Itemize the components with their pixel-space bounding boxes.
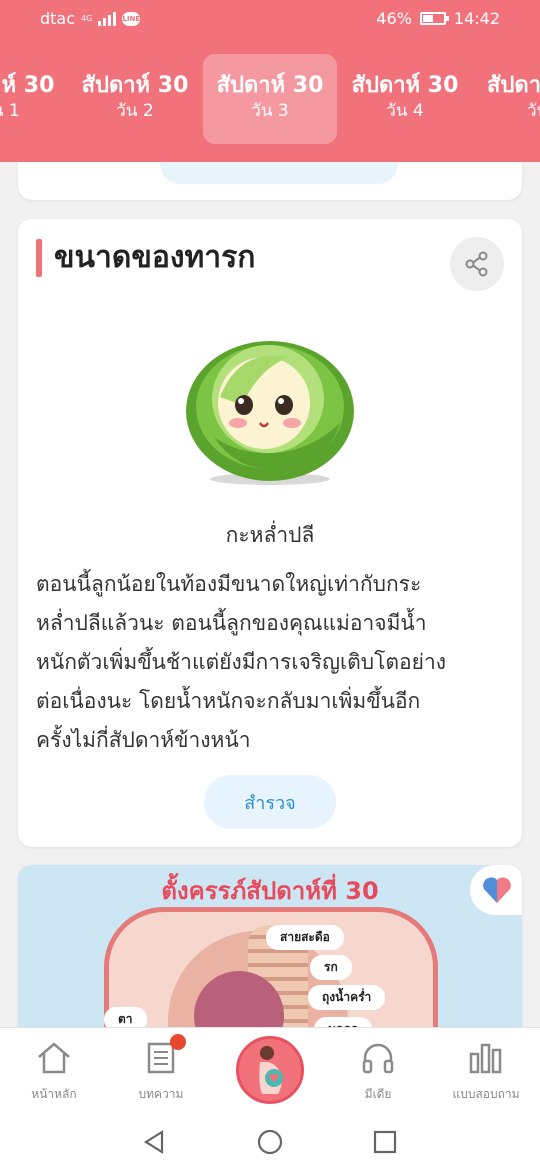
week-day-tabs: สัปดาห์ 30 วัน 1 สัปดาห์ 30 วัน 2 สัปดาห… <box>0 54 540 144</box>
card-title: ขนาดของทารก <box>54 240 256 275</box>
label-umbilical-cord: สายสะดือ <box>266 925 344 950</box>
home-circle-icon[interactable] <box>256 1128 284 1156</box>
nav-home[interactable]: หน้าหลัก <box>9 1028 99 1111</box>
baby-size-card: ขนาดของทารก กะหล่ำปลี ตอนนี้ลูกน้อยในท้อ… <box>18 219 522 847</box>
explore-button[interactable]: สำรวจ <box>204 775 336 829</box>
clock: 14:42 <box>453 9 500 28</box>
nav-survey[interactable]: แบบสอบถาม <box>441 1028 531 1111</box>
share-icon <box>465 251 488 277</box>
notification-dot <box>170 1034 186 1050</box>
poster-title: ตั้งครรภ์สัปดาห์ที่ 30 <box>161 877 379 905</box>
label-placenta: รก <box>310 955 352 980</box>
app-header: dtac 4G LINE 46% 14:42 สัปดาห์ 30 วัน 1 … <box>0 0 540 162</box>
status-bar: dtac 4G LINE 46% 14:42 <box>0 0 540 38</box>
tab-day-5[interactable]: สัปดาห์ 30 วัน 5 <box>473 54 540 144</box>
line-app-icon: LINE <box>122 11 141 26</box>
signal-icon <box>98 11 117 26</box>
heart-icon <box>483 877 511 903</box>
share-button[interactable] <box>450 237 504 291</box>
back-icon[interactable] <box>140 1128 168 1156</box>
title-accent-bar <box>36 239 42 277</box>
network-type: 4G <box>81 13 93 23</box>
tab-day-1[interactable]: สัปดาห์ 30 วัน 1 <box>0 54 68 144</box>
cabbage-illustration <box>186 341 354 485</box>
heart-badge[interactable] <box>470 865 522 915</box>
headphones-icon <box>362 1043 394 1074</box>
nav-media[interactable]: มีเดีย <box>333 1028 423 1111</box>
baby-size-description: ตอนนี้ลูกน้อยในท้องมีขนาดใหญ่เท่ากับกระ … <box>36 572 447 752</box>
previous-card-button[interactable] <box>160 160 398 184</box>
label-amniotic-sac: ถุงน้ำคร่ำ <box>308 985 386 1010</box>
battery-icon <box>419 12 449 25</box>
bottom-navigation: หน้าหลัก บทความ มีเดีย แบบสอบถาม <box>0 1027 540 1110</box>
nav-articles[interactable]: บทความ <box>116 1028 206 1111</box>
system-navigation-bar <box>0 1110 540 1170</box>
tab-day-3[interactable]: สัปดาห์ 30 วัน 3 <box>203 54 337 144</box>
tab-day-4[interactable]: สัปดาห์ 30 วัน 4 <box>338 54 472 144</box>
recents-icon[interactable] <box>371 1128 399 1156</box>
tab-day-2[interactable]: สัปดาห์ 30 วัน 2 <box>68 54 202 144</box>
pregnant-mother-icon <box>259 1046 283 1094</box>
carrier-name: dtac <box>40 9 76 28</box>
item-name: กะหล่ำปลี <box>225 523 315 547</box>
bar-chart-icon <box>469 1043 502 1074</box>
center-mother-button[interactable] <box>236 1036 304 1104</box>
home-icon <box>38 1042 70 1074</box>
battery-percent: 46% <box>376 9 412 28</box>
